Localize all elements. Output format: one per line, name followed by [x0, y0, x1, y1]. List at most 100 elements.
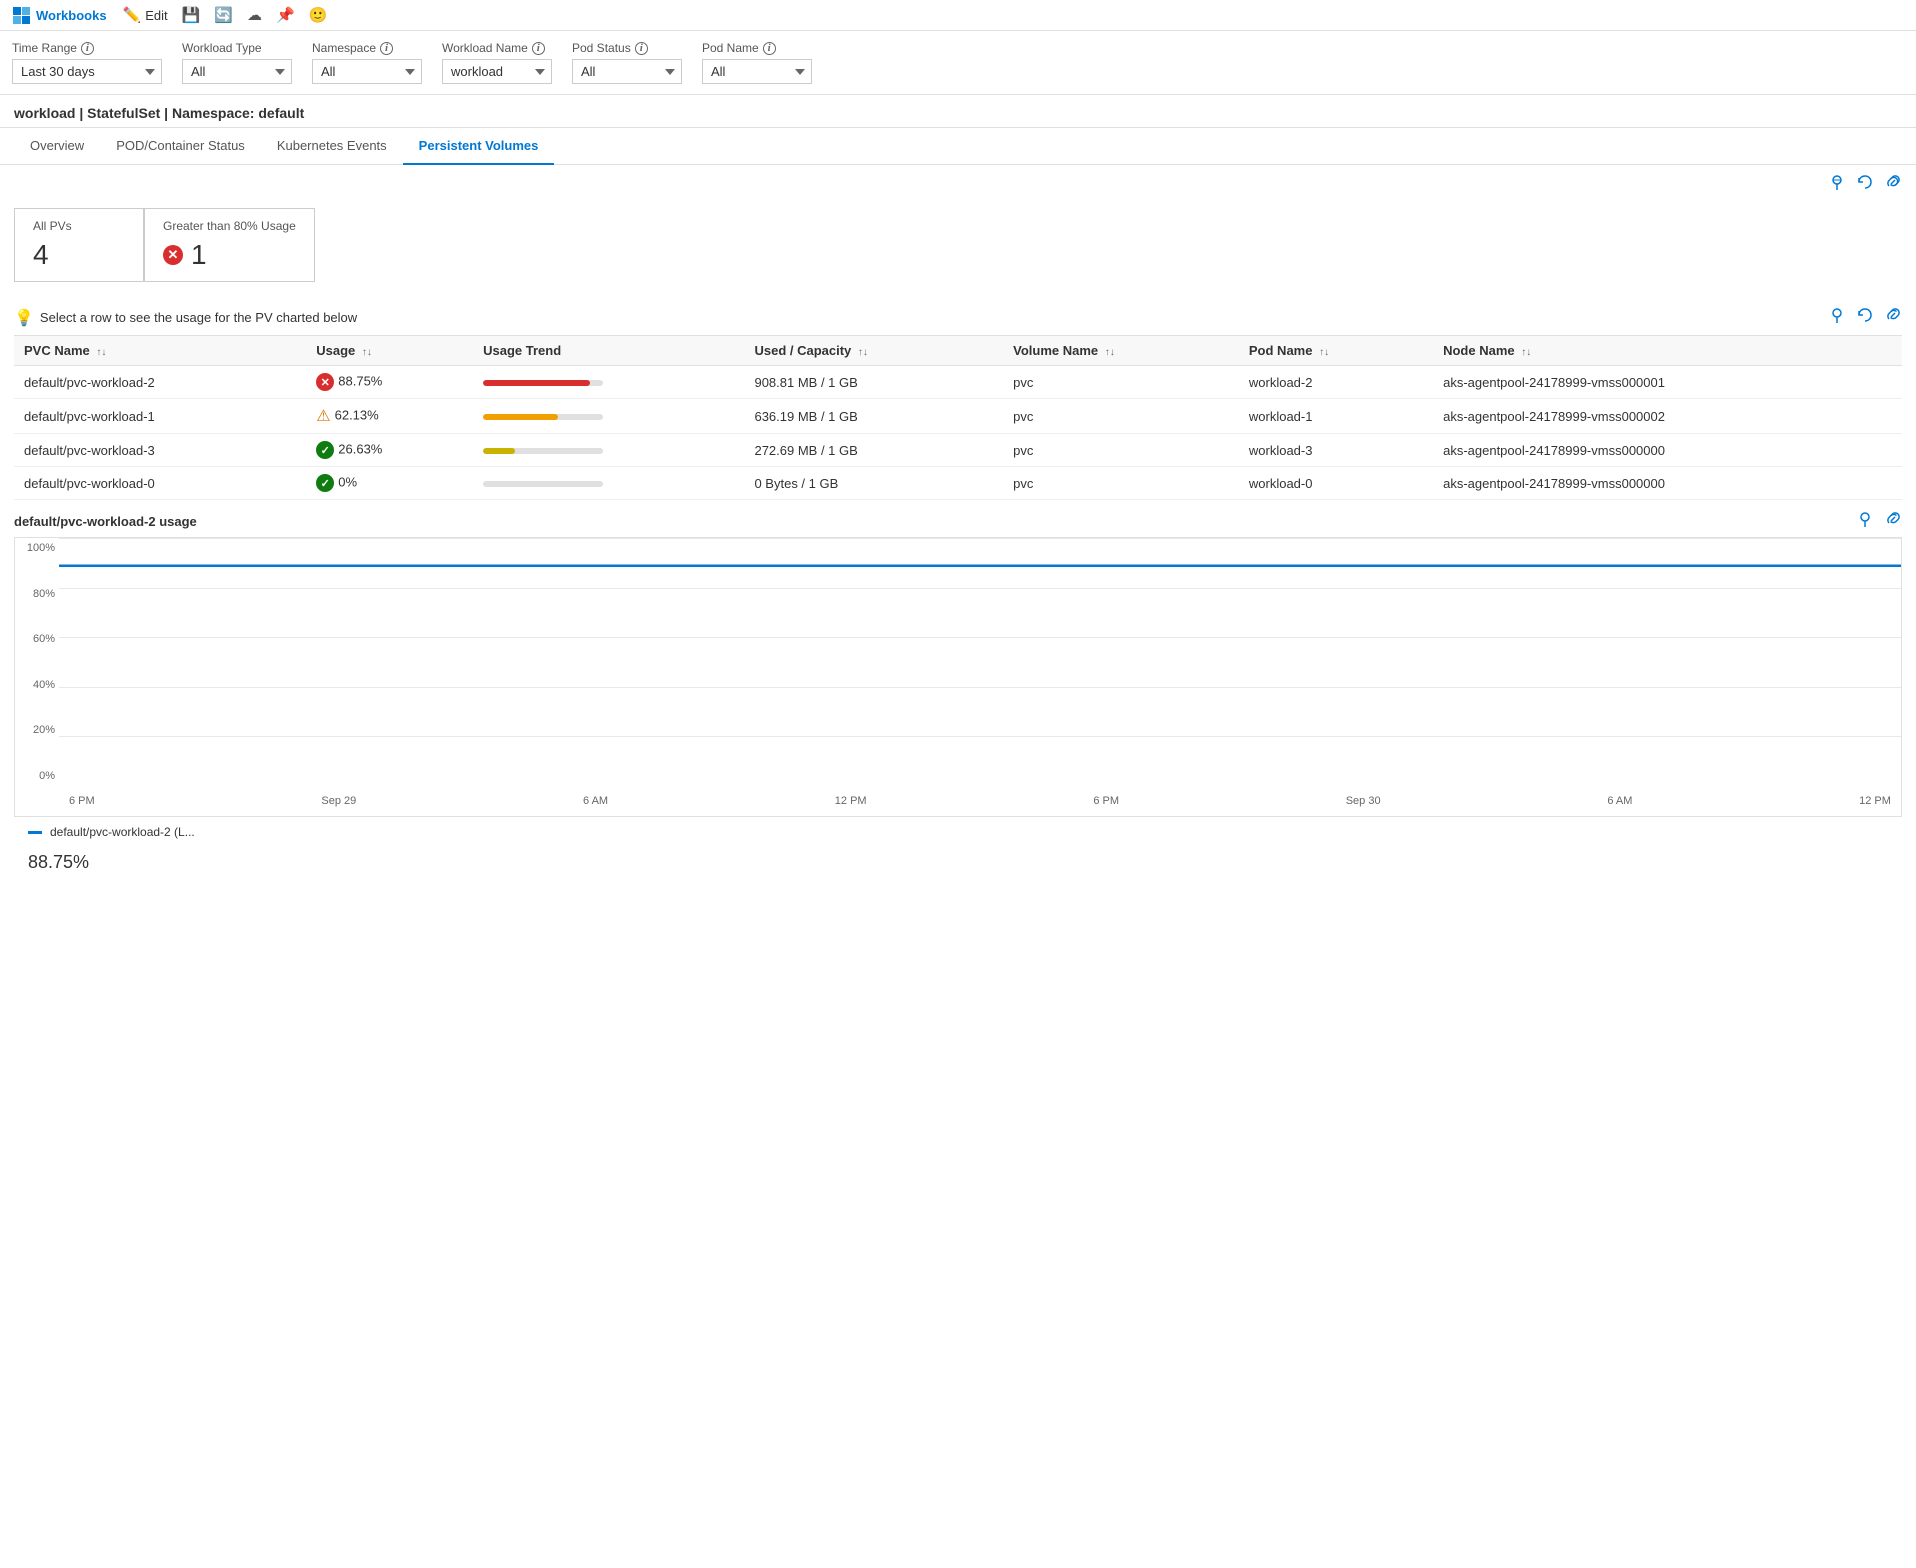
tab-overview[interactable]: Overview: [14, 128, 100, 165]
y-label-80: 80%: [15, 588, 55, 600]
chart-toolbar: [1856, 510, 1902, 533]
table-row[interactable]: default/pvc-workload-0 ✓0% 0 Bytes / 1 G…: [14, 467, 1902, 500]
col-header-usage-trend[interactable]: Usage Trend: [473, 336, 744, 366]
col-header-used-capacity[interactable]: Used / Capacity ↑↓: [744, 336, 1003, 366]
table-link-icon[interactable]: [1884, 306, 1902, 329]
x-label-12pm2: 12 PM: [1859, 795, 1891, 807]
workload-name-select[interactable]: workload: [442, 59, 552, 84]
status-ok-icon: ✓: [316, 441, 334, 459]
x-label-6am: 6 AM: [583, 795, 608, 807]
cell-used-capacity: 636.19 MB / 1 GB: [744, 399, 1003, 434]
table-pin-icon[interactable]: [1828, 306, 1846, 329]
tab-pod-container-status[interactable]: POD/Container Status: [100, 128, 261, 165]
pod-status-info-icon[interactable]: i: [635, 42, 648, 55]
y-label-20: 20%: [15, 724, 55, 736]
col-header-pvc-name[interactable]: PVC Name ↑↓: [14, 336, 306, 366]
cell-pvc-name: default/pvc-workload-3: [14, 434, 306, 467]
filter-bar: Time Range i Last 30 days Last 7 days La…: [0, 31, 1916, 95]
tab-kubernetes-events[interactable]: Kubernetes Events: [261, 128, 403, 165]
filter-pod-status: Pod Status i All Running Failed: [572, 41, 682, 84]
pv-table-container: PVC Name ↑↓ Usage ↑↓ Usage Trend Used / …: [0, 335, 1916, 500]
chart-section: default/pvc-workload-2 usage: [0, 500, 1916, 886]
pv-section-undo-icon[interactable]: [1856, 173, 1874, 196]
x-label-6pm: 6 PM: [69, 795, 95, 807]
refresh-button[interactable]: 🔄: [214, 6, 233, 24]
pod-name-select[interactable]: All workload-0 workload-1 workload-2: [702, 59, 812, 84]
cell-usage: ✓0%: [306, 467, 473, 500]
pv-section-pin-icon[interactable]: [1828, 173, 1846, 196]
pv-section-link-icon[interactable]: [1884, 173, 1902, 196]
sort-node-name-icon[interactable]: ↑↓: [1521, 347, 1531, 358]
usage-bar: [483, 448, 515, 454]
cell-pvc-name: default/pvc-workload-2: [14, 366, 306, 399]
cell-usage-trend: [473, 399, 744, 434]
filter-pod-name-label: Pod Name i: [702, 41, 812, 55]
pv-section-toolbar: [0, 165, 1916, 200]
table-row[interactable]: default/pvc-workload-3 ✓26.63% 272.69 MB…: [14, 434, 1902, 467]
chart-y-labels: 100% 80% 60% 40% 20% 0%: [15, 538, 59, 786]
table-row[interactable]: default/pvc-workload-2 ✕88.75% 908.81 MB…: [14, 366, 1902, 399]
namespace-select[interactable]: All default: [312, 59, 422, 84]
x-label-12pm: 12 PM: [835, 795, 867, 807]
status-ok-icon: ✓: [316, 474, 334, 492]
sort-pod-name-icon[interactable]: ↑↓: [1319, 347, 1329, 358]
col-header-usage[interactable]: Usage ↑↓: [306, 336, 473, 366]
filter-workload-name-label: Workload Name i: [442, 41, 552, 55]
tab-bar: Overview POD/Container Status Kubernetes…: [0, 128, 1916, 165]
page-heading: workload | StatefulSet | Namespace: defa…: [0, 95, 1916, 128]
sort-used-capacity-icon[interactable]: ↑↓: [858, 347, 868, 358]
sort-usage-icon[interactable]: ↑↓: [362, 347, 372, 358]
cell-pod-name: workload-3: [1239, 434, 1433, 467]
pin-icon: 📌: [276, 6, 295, 24]
col-header-volume-name[interactable]: Volume Name ↑↓: [1003, 336, 1239, 366]
chart-pin-icon[interactable]: [1856, 510, 1874, 533]
table-row[interactable]: default/pvc-workload-1 ⚠62.13% 636.19 MB…: [14, 399, 1902, 434]
pod-status-select[interactable]: All Running Failed: [572, 59, 682, 84]
chart-title-row: default/pvc-workload-2 usage: [14, 510, 1902, 533]
chart-plot-area: [59, 538, 1901, 786]
cell-volume-name: pvc: [1003, 399, 1239, 434]
toolbar: Workbooks ✏️ Edit 💾 🔄 ☁ 📌 🙂: [0, 0, 1916, 31]
tab-persistent-volumes[interactable]: Persistent Volumes: [403, 128, 555, 165]
time-range-select[interactable]: Last 30 days Last 7 days Last 24 hours: [12, 59, 162, 84]
workload-type-select[interactable]: All Deployment StatefulSet: [182, 59, 292, 84]
cell-volume-name: pvc: [1003, 467, 1239, 500]
filter-workload-type: Workload Type All Deployment StatefulSet: [182, 41, 292, 84]
feedback-button[interactable]: 🙂: [309, 6, 328, 24]
brand[interactable]: Workbooks: [12, 6, 107, 24]
time-range-info-icon[interactable]: i: [81, 42, 94, 55]
sort-volume-name-icon[interactable]: ↑↓: [1105, 347, 1115, 358]
cell-pod-name: workload-2: [1239, 366, 1433, 399]
table-undo-icon[interactable]: [1856, 306, 1874, 329]
filter-workload-type-label: Workload Type: [182, 41, 292, 55]
sort-pvc-name-icon[interactable]: ↑↓: [96, 347, 106, 358]
pod-name-info-icon[interactable]: i: [763, 42, 776, 55]
cell-pod-name: workload-1: [1239, 399, 1433, 434]
y-label-60: 60%: [15, 633, 55, 645]
chart-title: default/pvc-workload-2 usage: [14, 514, 197, 529]
cell-usage: ✕88.75%: [306, 366, 473, 399]
edit-button[interactable]: ✏️ Edit: [123, 6, 168, 24]
usage-bar-container: [483, 448, 603, 454]
workload-name-info-icon[interactable]: i: [532, 42, 545, 55]
usage-bar: [483, 380, 590, 386]
filter-pod-status-label: Pod Status i: [572, 41, 682, 55]
chart-big-unit: %: [73, 852, 89, 872]
cell-volume-name: pvc: [1003, 434, 1239, 467]
brand-icon: [12, 6, 30, 24]
pv-table: PVC Name ↑↓ Usage ↑↓ Usage Trend Used / …: [14, 335, 1902, 500]
y-label-40: 40%: [15, 679, 55, 691]
table-section-toolbar: [1828, 306, 1902, 329]
namespace-info-icon[interactable]: i: [380, 42, 393, 55]
save-button[interactable]: 💾: [182, 6, 201, 24]
chart-link-icon[interactable]: [1884, 510, 1902, 533]
filter-workload-name: Workload Name i workload: [442, 41, 552, 84]
cell-pod-name: workload-0: [1239, 467, 1433, 500]
chart-big-value: 88.75%: [14, 839, 1902, 876]
col-header-pod-name[interactable]: Pod Name ↑↓: [1239, 336, 1433, 366]
upload-button[interactable]: ☁: [247, 6, 262, 24]
chart-legend: default/pvc-workload-2 (L...: [14, 817, 1902, 839]
col-header-node-name[interactable]: Node Name ↑↓: [1433, 336, 1902, 366]
y-label-100: 100%: [15, 542, 55, 554]
pin-button[interactable]: 📌: [276, 6, 295, 24]
